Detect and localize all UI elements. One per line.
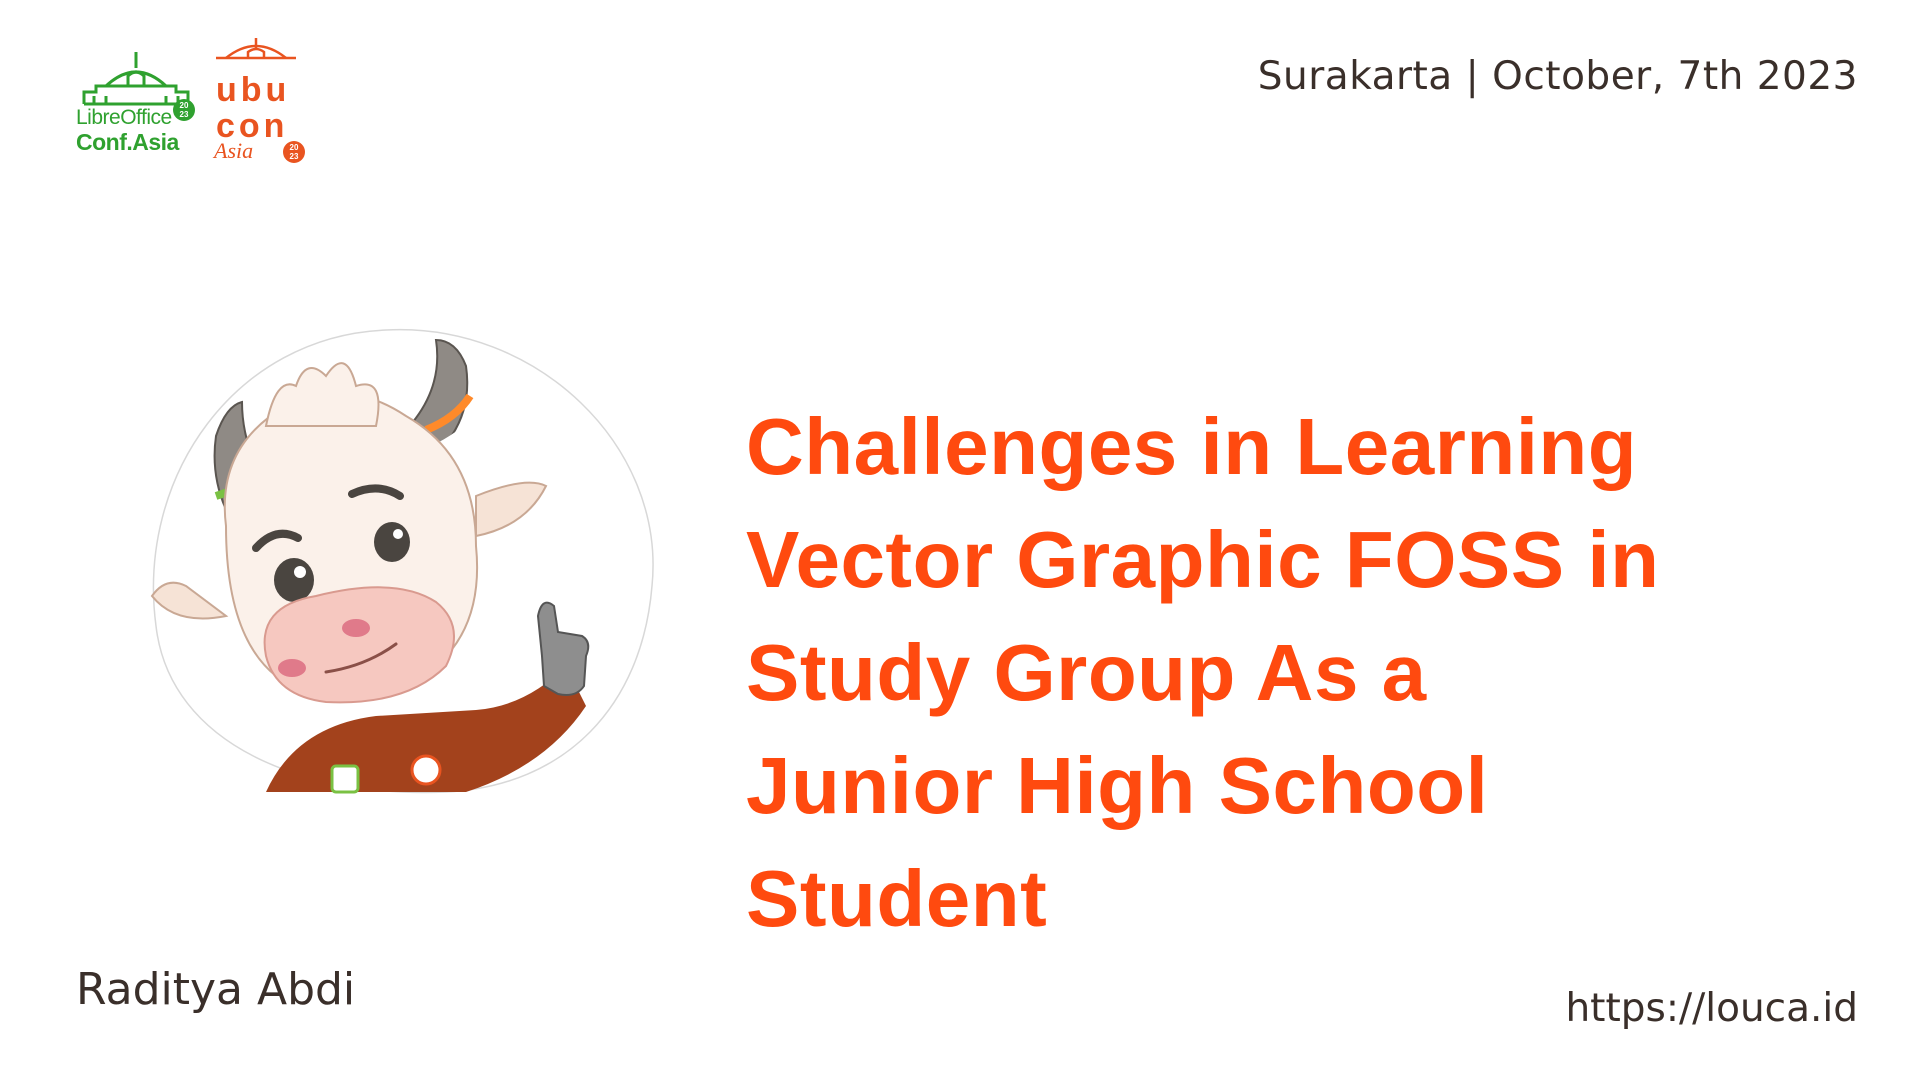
libreoffice-logo-line1: LibreOffice <box>76 106 172 129</box>
conference-logos: 20 23 LibreOffice Conf.Asia 20 23 ubu co… <box>76 36 306 166</box>
slide-title-line: Study Group As a <box>746 628 1427 717</box>
slide-title-line: Junior High School <box>746 741 1489 830</box>
libreoffice-logo-line2: Conf.Asia <box>76 129 179 155</box>
svg-text:20: 20 <box>290 143 299 152</box>
cow-mascot-icon <box>150 328 654 794</box>
slide-title-line: Challenges in Learning <box>746 402 1638 491</box>
ubucon-logo-text: ubu con <box>216 72 306 144</box>
libreoffice-logo-text: LibreOffice Conf.Asia <box>76 106 196 154</box>
author-name: Raditya Abdi <box>76 964 356 1015</box>
svg-text:23: 23 <box>290 152 299 161</box>
ubucon-logo-line1: ubu <box>216 71 291 109</box>
location-date: Surakarta | October, 7th 2023 <box>1257 54 1858 99</box>
slide-title: Challenges in Learning Vector Graphic FO… <box>746 390 1876 955</box>
slide-title-line: Student <box>746 854 1048 943</box>
website-url: https://louca.id <box>1565 986 1858 1031</box>
slide-title-line: Vector Graphic FOSS in <box>746 515 1660 604</box>
ubucon-logo-asia: Asia <box>214 138 254 163</box>
